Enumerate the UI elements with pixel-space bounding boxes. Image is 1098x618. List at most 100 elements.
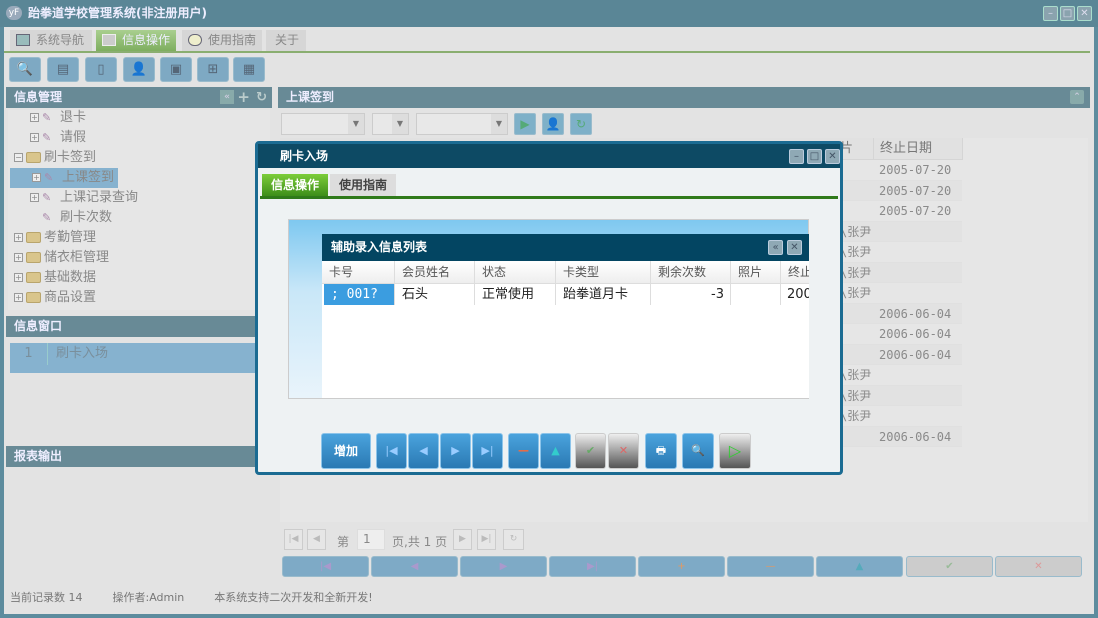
tab-about[interactable]: 关于 (266, 30, 306, 51)
column-header: 状态 (475, 261, 556, 283)
filter-select-3[interactable]: ▼ (416, 113, 508, 135)
add-icon[interactable]: + (237, 87, 250, 108)
panel-title: 信息窗口 (14, 319, 63, 333)
dialog-minimize-button[interactable]: – (789, 149, 804, 164)
title-bar: 跆拳道学校管理系统(非注册用户) (0, 0, 1098, 27)
save-record-button[interactable]: ✔ (575, 433, 606, 469)
tab-system-nav[interactable]: 系统导航 (10, 30, 92, 51)
app-title: 跆拳道学校管理系统(非注册用户) (28, 6, 207, 20)
tree-item[interactable]: + ✎ 上课记录查询 (8, 188, 270, 208)
column-header: 剩余次数 (651, 261, 731, 283)
monitor-icon (16, 34, 30, 46)
tree-folder[interactable]: − 刷卡签到 (8, 148, 270, 168)
prev-record-button[interactable]: ◀ (408, 433, 439, 469)
helper-grid-header: 卡号 会员姓名 状态 卡类型 剩余次数 照片 终止 (322, 261, 809, 284)
add-button[interactable]: 增加 (321, 433, 371, 469)
nav-next-button[interactable]: ▶ (460, 556, 547, 577)
nav-last-button[interactable]: ▶| (549, 556, 636, 577)
add-window-tool-button[interactable]: ⊞ (197, 57, 229, 82)
tree-folder[interactable]: + 商品设置 (8, 288, 270, 308)
end-date-cell: 2006-06-04 (879, 327, 952, 341)
photo-cell: \张尹 (840, 368, 872, 382)
collapse-icon[interactable]: « (220, 90, 234, 104)
end-date-cell: 2005-07-20 (879, 183, 952, 198)
user-tool-button[interactable]: 👤 (123, 57, 155, 82)
tree-label: 退卡 (60, 110, 87, 125)
tree-folder[interactable]: + 考勤管理 (8, 228, 270, 248)
window-list-item[interactable]: 1 刷卡入场 (10, 343, 260, 373)
tree-label: 考勤管理 (44, 230, 97, 245)
tab-info-ops[interactable]: 信息操作 (96, 30, 176, 51)
maximize-button[interactable]: □ (1060, 6, 1075, 21)
helper-grid-row[interactable]: ; 001? 石头 正常使用 跆拳道月卡 -3 200 (322, 284, 809, 305)
filter-select-1[interactable]: ▼ (281, 113, 365, 135)
nav-cancel-button[interactable]: ✕ (995, 556, 1082, 577)
next-page-button[interactable]: ▶ (453, 529, 472, 550)
edit-record-button[interactable]: ▲ (540, 433, 571, 469)
pager-prefix: 第 (337, 535, 350, 549)
next-record-button[interactable]: ▶ (440, 433, 471, 469)
tab-label: 关于 (275, 33, 300, 47)
card-number-cell[interactable]: ; 001? (324, 284, 395, 305)
first-record-button[interactable]: |◀ (376, 433, 407, 469)
end-date-cell: 2005-07-20 (879, 204, 952, 218)
collapse-icon[interactable]: ⌃ (1070, 90, 1084, 104)
nav-edit-button[interactable]: ▲ (816, 556, 903, 577)
helper-close-button[interactable]: ✕ (787, 240, 802, 255)
delete-record-button[interactable]: — (508, 433, 539, 469)
cancel-record-button[interactable]: ✕ (608, 433, 639, 469)
nav-add-button[interactable]: + (638, 556, 725, 577)
tree-label: 刷卡签到 (44, 150, 97, 165)
info-window-header: 信息窗口 (6, 316, 272, 337)
prev-page-button[interactable]: ◀ (307, 529, 326, 550)
tree-folder[interactable]: + 基础数据 (8, 268, 270, 288)
add-label: 增加 (333, 444, 358, 458)
folder-icon (26, 272, 41, 283)
panel-title: 信息管理 (14, 90, 63, 104)
tree-item[interactable]: + ✎ 请假 (8, 128, 270, 148)
nav-delete-button[interactable]: — (727, 556, 814, 577)
tree-item[interactable]: + ✎ 退卡 (8, 108, 270, 128)
dialog-tab-info-ops[interactable]: 信息操作 (262, 174, 329, 196)
page-input[interactable]: 1 (357, 529, 385, 550)
checkin-header: 上课签到 ⌃ (278, 87, 1090, 108)
tab-label: 信息操作 (271, 178, 320, 192)
refresh-icon[interactable]: ↻ (256, 87, 267, 108)
last-record-button[interactable]: ▶| (472, 433, 503, 469)
tree-label: 储衣柜管理 (44, 250, 110, 265)
dialog-close-button[interactable]: ✕ (825, 149, 840, 164)
end-date-cell: 2006-06-04 (879, 429, 952, 444)
tab-guide[interactable]: 使用指南 (182, 30, 262, 51)
list-tool-button[interactable]: ▤ (47, 57, 79, 82)
run-button[interactable]: ▶ (514, 113, 536, 135)
grid-icon (102, 34, 116, 46)
tree-folder[interactable]: + 储衣柜管理 (8, 248, 270, 268)
last-page-button[interactable]: ▶| (477, 529, 496, 550)
user-search-button[interactable]: 👤 (542, 113, 564, 135)
nav-prev-button[interactable]: ◀ (371, 556, 458, 577)
window-tool-button[interactable]: ▣ (160, 57, 192, 82)
refresh-button[interactable]: ↻ (570, 113, 592, 135)
print-preview-button[interactable]: 🔍 (682, 433, 714, 469)
tree-item[interactable]: ✎ 刷卡次数 (8, 208, 270, 228)
reload-button[interactable]: ↻ (503, 529, 524, 550)
photo-cell: \张尹 (840, 286, 872, 300)
first-page-button[interactable]: |◀ (284, 529, 303, 550)
column-header: 终止日期 (873, 138, 963, 160)
close-button[interactable]: ✕ (1077, 6, 1092, 21)
nav-first-button[interactable]: |◀ (282, 556, 369, 577)
tab-label: 使用指南 (339, 178, 388, 192)
search-tool-button[interactable]: 🔍 (9, 57, 41, 82)
helper-collapse-button[interactable]: « (768, 240, 783, 255)
nav-save-button[interactable]: ✔ (906, 556, 993, 577)
document-tool-button[interactable]: ▯ (85, 57, 117, 82)
dialog-tab-guide[interactable]: 使用指南 (330, 174, 397, 196)
tree-item-selected[interactable]: + ✎ 上课签到 (10, 168, 118, 188)
execute-button[interactable]: ▷ (719, 433, 751, 469)
media-tool-button[interactable]: ▦ (233, 57, 265, 82)
dialog-maximize-button[interactable]: □ (807, 149, 822, 164)
print-button[interactable]: 🖶 (645, 433, 677, 469)
filter-select-2[interactable]: ▼ (372, 113, 409, 135)
nav-tree: + ✎ 退卡 + ✎ 请假 − 刷卡签到 + ✎ 上课签到 + ✎ 上课记录查询 ✎ 刷卡次数 + 考… (8, 110, 270, 310)
minimize-button[interactable]: – (1043, 6, 1058, 21)
